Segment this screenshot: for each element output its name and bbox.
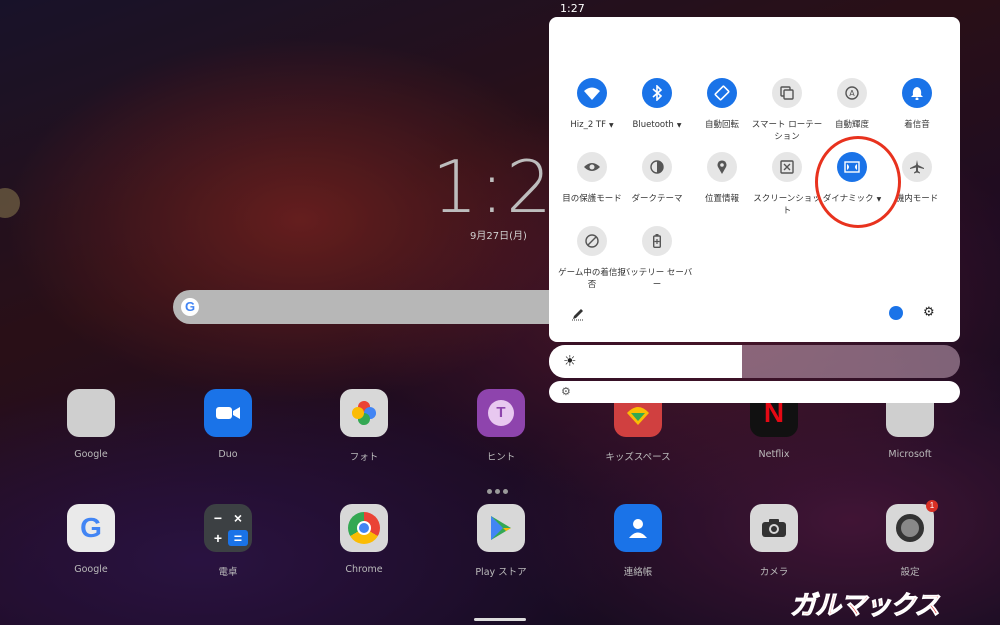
tile-label: 位置情報 (704, 194, 739, 204)
tile-label: 着信音 (904, 120, 930, 130)
app-label: 設定 (900, 567, 920, 578)
app-label: Chrome (345, 564, 383, 575)
tile-wifi[interactable]: Hiz_2 TF ▼ (555, 78, 629, 132)
app-label: 連絡帳 (623, 567, 653, 578)
app-play-store[interactable]: Play ストア (456, 504, 546, 578)
tile-smart-rotation[interactable]: スマート ローテーション (750, 78, 824, 143)
user-account-icon[interactable] (889, 306, 903, 320)
photos-icon (340, 389, 388, 437)
tile-battery-saver[interactable]: バッテリー セーバー (620, 226, 694, 291)
home-date: 9月27日(月) (470, 231, 527, 242)
app-label: ヒント (486, 452, 516, 463)
sun-icon: ☀ (563, 352, 577, 370)
screenshot-icon (772, 152, 802, 182)
tile-auto-brightness[interactable]: A 自動輝度 (815, 78, 889, 131)
app-hint[interactable]: T ヒント (456, 389, 546, 463)
app-label: Netflix (758, 449, 790, 460)
chevron-down-icon: ▼ (676, 122, 682, 129)
notification-badge: 1 (926, 500, 938, 512)
settings-gear-icon[interactable]: ⚙ (923, 306, 935, 320)
contacts-icon (614, 504, 662, 552)
block-icon (577, 226, 607, 256)
brightness-slider[interactable]: ☀ (549, 345, 960, 378)
bell-icon (902, 78, 932, 108)
app-calculator[interactable]: − × + = 電卓 (183, 504, 273, 578)
tile-dark-theme[interactable]: ダークテーマ (620, 152, 694, 205)
page-indicator (487, 479, 511, 498)
tile-screenshot[interactable]: スクリーンショット (750, 152, 824, 217)
highlight-circle-annotation (815, 136, 901, 228)
media-output-bar[interactable]: ⚙ (549, 381, 960, 403)
hint-icon: T (477, 389, 525, 437)
app-label: 電卓 (218, 567, 238, 578)
tile-label: バッテリー セーバー (621, 268, 693, 290)
google-icon: G (67, 504, 115, 552)
duo-icon (204, 389, 252, 437)
app-label: Duo (218, 449, 238, 460)
tile-label: Hiz_2 TF (570, 120, 607, 130)
home-gesture-bar[interactable] (474, 618, 526, 621)
edit-pencil-icon[interactable] (571, 306, 585, 321)
rotate-icon (707, 78, 737, 108)
tile-auto-rotate[interactable]: 自動回転 (685, 78, 759, 131)
tile-label: スマート ローテーション (751, 120, 823, 142)
calculator-icon: − × + = (204, 504, 252, 552)
tile-label: スクリーンショット (753, 194, 821, 216)
brightness-slider-fill (549, 345, 742, 378)
app-contacts[interactable]: 連絡帳 (593, 504, 683, 578)
tile-game-call-block[interactable]: ゲーム中の着信拒否 (555, 226, 629, 291)
settings-app-icon: 1 (886, 500, 938, 552)
eye-icon (577, 152, 607, 182)
app-label: キッズスペース (605, 452, 671, 463)
chrome-icon (340, 504, 388, 552)
app-label: カメラ (759, 567, 789, 578)
app-label: Google (74, 564, 108, 575)
smart-rotate-icon (772, 78, 802, 108)
tile-eye-protection[interactable]: 目の保護モード (555, 152, 629, 205)
app-camera[interactable]: カメラ (729, 504, 819, 578)
tile-label: Bluetooth (632, 120, 674, 130)
app-google-folder[interactable]: Google (46, 389, 136, 460)
tile-label: 自動回転 (704, 120, 739, 130)
tile-label: 目の保護モード (562, 194, 622, 204)
tile-ringer[interactable]: 着信音 (880, 78, 954, 131)
location-icon (707, 152, 737, 182)
google-g-icon: G (181, 298, 199, 316)
tile-location[interactable]: 位置情報 (685, 152, 759, 205)
play-store-icon (477, 504, 525, 552)
tile-label: ゲーム中の着信拒否 (558, 268, 626, 290)
app-label: Microsoft (888, 449, 932, 460)
tile-label: ダークテーマ (631, 194, 683, 204)
svg-text:A: A (849, 89, 855, 98)
tile-label: 自動輝度 (834, 120, 869, 130)
tile-bluetooth[interactable]: Bluetooth ▼ (620, 78, 694, 132)
google-search-bar[interactable]: G (173, 290, 573, 324)
contrast-icon (642, 152, 672, 182)
status-bar-time: 1:27 (560, 2, 585, 15)
app-label: Play ストア (475, 567, 527, 578)
camera-icon (750, 504, 798, 552)
airplane-icon (902, 152, 932, 182)
app-photos[interactable]: フォト (319, 389, 409, 463)
chevron-down-icon: ▼ (609, 122, 614, 129)
gear-icon[interactable]: ⚙ (561, 385, 571, 399)
app-google[interactable]: G Google (46, 504, 136, 575)
google-folder-icon (67, 389, 115, 437)
watermark-logo: ガルマックス (789, 591, 940, 622)
brightness-auto-icon: A (837, 78, 867, 108)
app-chrome[interactable]: Chrome (319, 504, 409, 575)
battery-icon (642, 226, 672, 256)
app-duo[interactable]: Duo (183, 389, 273, 460)
bluetooth-icon (642, 78, 672, 108)
app-label: Google (74, 449, 108, 460)
app-label: フォト (349, 452, 379, 463)
wifi-icon (577, 78, 607, 108)
app-settings[interactable]: 1 設定 (865, 500, 955, 578)
